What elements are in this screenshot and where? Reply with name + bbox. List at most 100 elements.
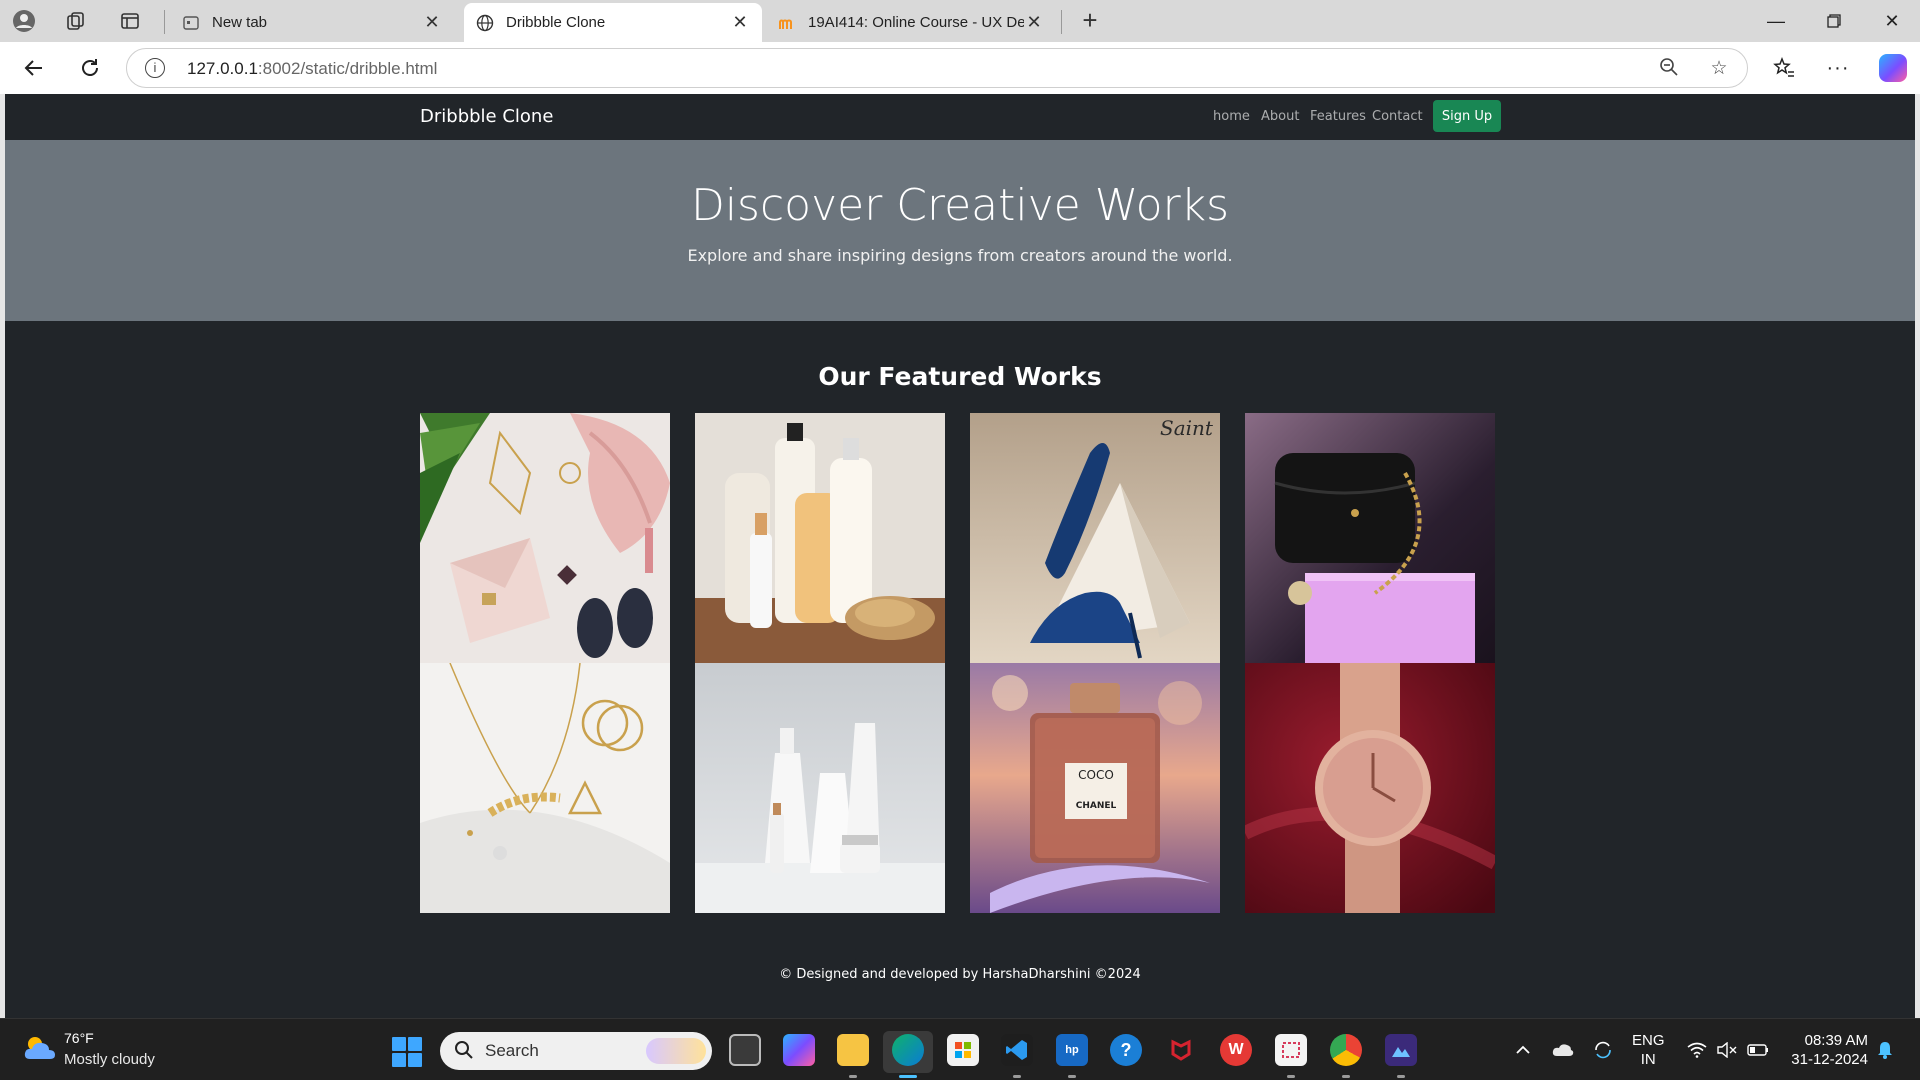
onedrive-cloud-icon[interactable] bbox=[1548, 1019, 1578, 1080]
work-tile-cosmetics[interactable] bbox=[695, 663, 945, 913]
close-tab-icon[interactable]: ✕ bbox=[1024, 12, 1044, 33]
snipping-tool-icon[interactable] bbox=[1275, 1034, 1307, 1066]
system-clock[interactable]: 08:39 AM 31-12-2024 bbox=[1784, 1031, 1868, 1069]
chevron-up-icon[interactable] bbox=[1510, 1019, 1536, 1080]
work-tile-handbag[interactable] bbox=[1245, 413, 1495, 663]
running-indicator bbox=[1342, 1075, 1350, 1078]
address-bar[interactable]: i 127.0.0.1:8002/static/dribble.html ☆ bbox=[126, 48, 1748, 88]
nav-link-contact[interactable]: Contact bbox=[1372, 109, 1423, 124]
tab-title: 19AI414: Online Course - UX Desi bbox=[808, 14, 1024, 31]
hero-title: Discover Creative Works bbox=[690, 180, 1230, 231]
work-tile-heels[interactable]: Saint G bbox=[970, 413, 1220, 663]
mcafee-icon[interactable] bbox=[1165, 1034, 1197, 1066]
close-tab-icon[interactable]: ✕ bbox=[422, 12, 442, 33]
url-text[interactable]: 127.0.0.1:8002/static/dribble.html bbox=[187, 59, 437, 79]
site-navbar: Dribbble Clone home About Features Conta… bbox=[5, 94, 1915, 140]
sync-icon[interactable] bbox=[1588, 1019, 1618, 1080]
close-tab-icon[interactable]: ✕ bbox=[730, 12, 750, 33]
running-indicator bbox=[1397, 1075, 1405, 1078]
hero-subtitle: Explore and share inspiring designs from… bbox=[687, 246, 1233, 265]
site-brand[interactable]: Dribbble Clone bbox=[420, 106, 553, 127]
zoom-out-icon[interactable] bbox=[1657, 57, 1681, 81]
nav-link-about[interactable]: About bbox=[1261, 109, 1299, 124]
workspaces-icon[interactable] bbox=[60, 5, 92, 37]
page-viewport: Dribbble Clone home About Features Conta… bbox=[5, 94, 1915, 1018]
perfume-label-brand: CHANEL bbox=[1076, 801, 1117, 811]
profile-icon[interactable] bbox=[8, 5, 40, 37]
url-path: :8002/static/dribble.html bbox=[257, 59, 438, 78]
taskbar-search-box[interactable]: Search bbox=[440, 1032, 712, 1070]
address-bar-row: i 127.0.0.1:8002/static/dribble.html ☆ ·… bbox=[0, 42, 1920, 94]
wifi-icon[interactable] bbox=[1684, 1019, 1710, 1080]
myhp-icon[interactable]: hp bbox=[1056, 1034, 1088, 1066]
url-host: 127.0.0.1 bbox=[187, 59, 258, 78]
heels-signature: Saint G bbox=[1160, 416, 1220, 440]
running-indicator bbox=[1013, 1075, 1021, 1078]
moodle-icon bbox=[778, 14, 796, 32]
site-info-icon[interactable]: i bbox=[145, 58, 165, 78]
region-code: IN bbox=[1640, 1051, 1656, 1068]
search-label: Search bbox=[485, 1041, 539, 1060]
close-window-button[interactable]: ✕ bbox=[1864, 0, 1920, 42]
battery-icon[interactable] bbox=[1744, 1019, 1772, 1080]
more-options-icon[interactable]: ··· bbox=[1820, 50, 1856, 86]
language-indicator[interactable]: ENG IN bbox=[1632, 1031, 1665, 1069]
signup-button[interactable]: Sign Up bbox=[1433, 100, 1501, 132]
work-tile-jewelry[interactable] bbox=[420, 663, 670, 913]
refresh-icon[interactable] bbox=[72, 50, 108, 86]
new-tab-page-icon bbox=[182, 14, 200, 32]
tab-dribbble-clone[interactable]: Dribbble Clone ✕ bbox=[464, 3, 762, 42]
search-highlight-image bbox=[646, 1038, 706, 1064]
site-footer: © Designed and developed by HarshaDharsh… bbox=[779, 967, 1141, 982]
windows-taskbar: 76°F Mostly cloudy Search hp ? W ENG IN … bbox=[0, 1018, 1920, 1080]
photos-icon[interactable] bbox=[1385, 1034, 1417, 1066]
task-view-icon[interactable] bbox=[729, 1034, 761, 1066]
favorites-icon[interactable] bbox=[1766, 50, 1802, 86]
tab-separator bbox=[1061, 10, 1062, 34]
vscode-icon[interactable] bbox=[1001, 1034, 1033, 1066]
copilot-taskbar-icon[interactable] bbox=[783, 1034, 815, 1066]
running-indicator bbox=[899, 1075, 917, 1078]
work-tile-watch[interactable] bbox=[1245, 663, 1495, 913]
restore-button[interactable] bbox=[1806, 0, 1862, 42]
tab-title: Dribbble Clone bbox=[506, 14, 606, 31]
featured-works-heading: Our Featured Works bbox=[818, 362, 1102, 391]
nav-link-home[interactable]: home bbox=[1213, 109, 1250, 124]
nav-link-features[interactable]: Features bbox=[1310, 109, 1366, 124]
edge-browser-icon[interactable] bbox=[892, 1034, 924, 1066]
work-tile-perfume[interactable]: COCO CHANEL bbox=[970, 663, 1220, 913]
start-menu-icon[interactable] bbox=[392, 1037, 422, 1067]
running-indicator bbox=[849, 1075, 857, 1078]
clock-time: 08:39 AM bbox=[1804, 1032, 1868, 1049]
weather-cloud-icon[interactable] bbox=[22, 1033, 58, 1063]
back-arrow-icon[interactable] bbox=[16, 50, 52, 86]
tab-new-tab[interactable]: New tab ✕ bbox=[170, 3, 454, 42]
microsoft-store-icon[interactable] bbox=[947, 1034, 979, 1066]
tab-title: New tab bbox=[212, 14, 268, 31]
work-tile-accessories[interactable] bbox=[420, 413, 670, 663]
running-indicator bbox=[1287, 1075, 1295, 1078]
volume-muted-icon[interactable] bbox=[1714, 1019, 1740, 1080]
favorite-star-icon[interactable]: ☆ bbox=[1707, 57, 1731, 81]
get-help-icon[interactable]: ? bbox=[1110, 1034, 1142, 1066]
work-tile-bottles[interactable] bbox=[695, 413, 945, 663]
hero-section: Discover Creative Works Explore and shar… bbox=[5, 140, 1915, 321]
tab-online-course[interactable]: 19AI414: Online Course - UX Desi ✕ bbox=[766, 3, 1056, 42]
minimize-button[interactable]: — bbox=[1748, 0, 1804, 42]
globe-icon bbox=[476, 14, 494, 32]
browser-tab-strip: New tab ✕ Dribbble Clone ✕ 19AI414: Onli… bbox=[0, 0, 1920, 42]
perfume-label-coco: COCO bbox=[1078, 768, 1114, 782]
vertical-tabs-icon[interactable] bbox=[114, 5, 146, 37]
chrome-icon[interactable] bbox=[1330, 1034, 1362, 1066]
weather-description[interactable]: Mostly cloudy bbox=[64, 1051, 155, 1068]
clock-date: 31-12-2024 bbox=[1791, 1051, 1868, 1068]
copilot-icon[interactable] bbox=[1879, 54, 1907, 82]
file-explorer-icon[interactable] bbox=[837, 1034, 869, 1066]
weather-temperature[interactable]: 76°F bbox=[64, 1030, 94, 1046]
language-code: ENG bbox=[1632, 1032, 1665, 1049]
new-tab-button[interactable]: + bbox=[1074, 5, 1106, 37]
notification-bell-icon[interactable] bbox=[1872, 1019, 1898, 1080]
tab-separator bbox=[164, 10, 165, 34]
wps-office-icon[interactable]: W bbox=[1220, 1034, 1252, 1066]
search-icon bbox=[454, 1040, 474, 1066]
